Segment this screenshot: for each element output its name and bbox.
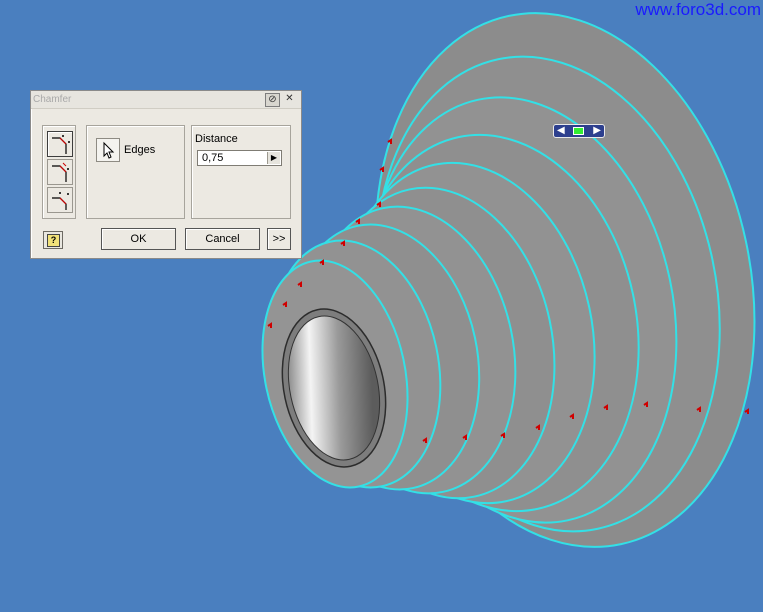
help-icon: ?	[47, 234, 60, 247]
mode-two-distances-button[interactable]	[47, 187, 73, 213]
more-options-button[interactable]: >>	[267, 228, 291, 250]
distance-group: Distance 0,75 ▶	[191, 125, 291, 219]
chamfer-two-distances-icon	[52, 192, 69, 210]
mode-distance-button[interactable]	[47, 131, 73, 157]
distance-label: Distance	[195, 133, 238, 145]
edges-label: Edges	[124, 144, 156, 156]
cursor-arrow-icon	[103, 141, 115, 159]
pin-icon[interactable]: ⊘	[265, 93, 280, 107]
watermark-text: www.foro3d.com	[635, 0, 761, 19]
dialog-title: Chamfer	[33, 94, 72, 105]
arrow-right-icon[interactable]: ▶	[593, 125, 601, 137]
arrow-left-icon[interactable]: ◀	[557, 125, 565, 137]
ok-button[interactable]: OK	[101, 228, 176, 250]
help-button[interactable]: ?	[43, 231, 63, 249]
cancel-button[interactable]: Cancel	[185, 228, 260, 250]
edges-group: Edges	[86, 125, 185, 219]
chamfer-mode-group	[42, 125, 76, 219]
view-navigation-widget[interactable]: ◀ ▶	[553, 124, 605, 138]
distance-value: 0,75	[202, 152, 224, 164]
edges-select-button[interactable]	[96, 138, 120, 162]
dialog-titlebar[interactable]: Chamfer ⊘ ✕	[31, 91, 301, 109]
chamfer-distance-angle-icon	[52, 162, 69, 182]
part-rings	[261, 12, 756, 548]
close-icon[interactable]: ✕	[283, 93, 296, 105]
view-center-icon[interactable]	[573, 127, 584, 135]
chamfer-dialog: Chamfer ⊘ ✕ Edges Distance 0,75 ▶ ? OK C…	[30, 90, 302, 259]
mode-distance-angle-button[interactable]	[47, 159, 73, 185]
distance-input[interactable]: 0,75 ▶	[197, 150, 282, 166]
chamfer-distance-icon	[52, 135, 70, 154]
distance-flyout-arrow-icon[interactable]: ▶	[267, 152, 280, 164]
